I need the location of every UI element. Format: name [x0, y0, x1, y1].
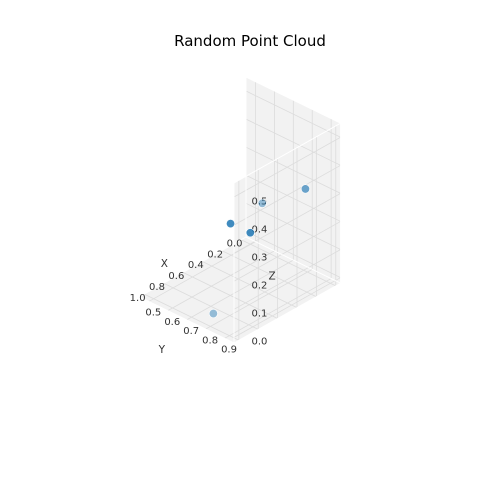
y-tick-label: 0.5	[145, 308, 161, 319]
x-tick-label: 1.0	[130, 293, 146, 304]
x-axis-label: X	[161, 258, 168, 270]
scatter3d-plot: 0.00.20.40.60.81.00.50.60.70.80.90.00.10…	[0, 0, 500, 500]
z-tick-label: 0.1	[252, 309, 268, 320]
y-axis-label: Y	[158, 344, 166, 356]
z-tick-label: 0.2	[252, 280, 268, 291]
figure: Random Point Cloud 0.00.20.40.60.81.00.5…	[0, 0, 500, 500]
data-point	[226, 219, 234, 227]
data-point	[246, 229, 254, 237]
y-tick-label: 0.6	[164, 317, 180, 328]
data-point	[209, 309, 217, 317]
data-point	[301, 185, 309, 193]
y-tick-label: 0.8	[202, 335, 218, 346]
y-tick-label: 0.9	[221, 345, 237, 356]
x-tick-label: 0.8	[149, 282, 165, 293]
z-axis-label: Z	[269, 271, 276, 283]
x-tick-label: 0.6	[168, 271, 184, 282]
x-tick-label: 0.4	[188, 260, 204, 271]
data-point	[258, 199, 266, 207]
y-tick-label: 0.7	[183, 326, 199, 337]
x-tick-label: 0.2	[207, 249, 223, 260]
x-tick-label: 0.0	[227, 238, 243, 249]
z-tick-label: 0.3	[252, 252, 268, 263]
z-tick-label: 0.0	[252, 337, 268, 348]
